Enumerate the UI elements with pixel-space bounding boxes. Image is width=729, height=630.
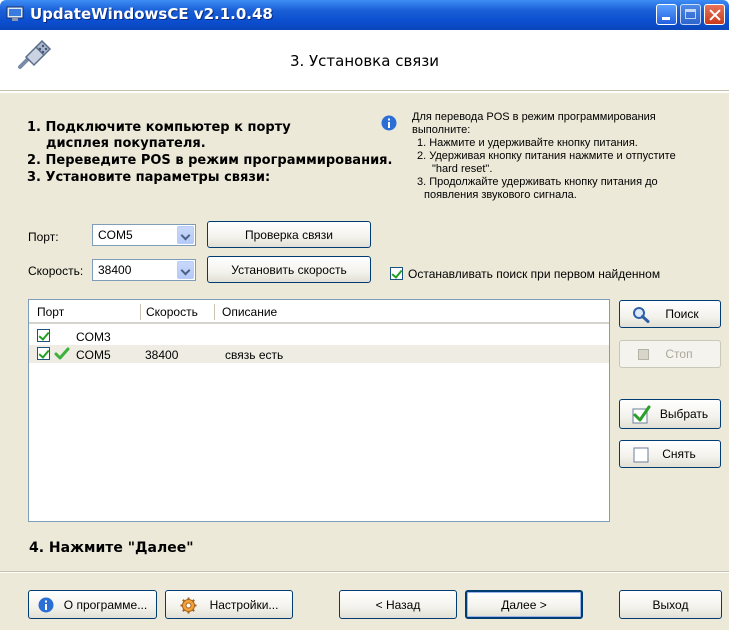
- speed-combo[interactable]: 38400: [92, 259, 196, 281]
- select-all-button[interactable]: Выбрать: [619, 399, 721, 429]
- set-speed-label: Установить скорость: [231, 262, 347, 277]
- settings-button[interactable]: Настройки...: [165, 590, 293, 619]
- about-button[interactable]: О программе...: [28, 590, 157, 619]
- maximize-button[interactable]: [680, 4, 701, 25]
- instruction-1: 1. Подключите компьютер к порту: [27, 120, 291, 135]
- settings-label: Настройки...: [209, 597, 279, 612]
- app-monitor-icon: [6, 6, 24, 21]
- speed-label: Скорость:: [28, 264, 84, 278]
- column-description[interactable]: Описание: [222, 305, 277, 319]
- row-port: COM3: [76, 330, 111, 344]
- deselect-all-button[interactable]: Снять: [619, 440, 721, 468]
- title-bar: UpdateWindowsCE v2.1.0.48: [0, 0, 729, 30]
- chevron-down-icon[interactable]: [177, 226, 194, 244]
- window-title: UpdateWindowsCE v2.1.0.48: [30, 5, 273, 23]
- instruction-3: 3. Установите параметры связи:: [27, 170, 271, 185]
- note-step-3: 3. Продолжайте удерживать кнопку питания…: [417, 176, 658, 188]
- note-step-3-cont: появления звукового сигнала.: [424, 189, 577, 201]
- note-intro-cont: выполните:: [412, 124, 471, 136]
- column-separator[interactable]: [140, 304, 141, 320]
- check-connection-label: Проверка связи: [244, 227, 334, 242]
- about-label: О программе...: [63, 597, 148, 612]
- port-combo[interactable]: COM5: [92, 224, 196, 246]
- chevron-down-icon[interactable]: [177, 261, 194, 279]
- instruction-2: 2. Переведите POS в режим программирован…: [27, 153, 393, 168]
- exit-button[interactable]: Выход: [619, 590, 722, 619]
- port-list[interactable]: Порт Скорость Описание COM3 COM5 38400 с…: [28, 299, 610, 522]
- programming-mode-note: Для перевода POS в режим программировани…: [412, 111, 722, 202]
- list-header: Порт Скорость Описание: [29, 300, 609, 324]
- note-intro: Для перевода POS в режим программировани…: [412, 111, 656, 123]
- row-checkbox[interactable]: [37, 329, 50, 342]
- exit-label: Выход: [652, 597, 689, 612]
- stop-on-first-label[interactable]: Останавливать поиск при первом найденном: [408, 267, 660, 281]
- note-step-1: 1. Нажмите и удерживайте кнопку питания.: [417, 137, 638, 149]
- back-label: < Назад: [375, 597, 421, 612]
- next-label: Далее >: [501, 597, 547, 612]
- instruction-4: 4. Нажмите "Далее": [29, 540, 194, 556]
- table-row[interactable]: COM3: [29, 327, 609, 345]
- minimize-button[interactable]: [656, 4, 677, 25]
- table-row[interactable]: COM5 38400 связь есть: [29, 345, 609, 363]
- row-port: COM5: [76, 348, 111, 362]
- column-port[interactable]: Порт: [37, 305, 64, 319]
- stop-label: Стоп: [665, 347, 693, 361]
- row-speed: 38400: [145, 348, 179, 362]
- back-button[interactable]: < Назад: [339, 590, 457, 619]
- row-description: связь есть: [225, 348, 284, 362]
- footer-divider: [0, 571, 729, 573]
- stop-on-first-checkbox[interactable]: [390, 267, 403, 280]
- wizard-body: 1. Подключите компьютер к порту дисплея …: [0, 93, 729, 630]
- search-label: Поиск: [665, 307, 699, 321]
- port-label: Порт:: [28, 230, 59, 244]
- row-checkbox[interactable]: [37, 347, 50, 360]
- stop-button[interactable]: Стоп: [619, 340, 721, 368]
- header-divider: [0, 90, 729, 92]
- info-icon: [381, 115, 397, 131]
- search-button[interactable]: Поиск: [619, 300, 721, 328]
- deselect-all-label: Снять: [662, 447, 696, 461]
- column-separator[interactable]: [214, 304, 215, 320]
- check-connection-button[interactable]: Проверка связи: [207, 221, 371, 248]
- step-title: 3. Установка связи: [289, 52, 440, 70]
- column-speed[interactable]: Скорость: [146, 305, 198, 319]
- wizard-header: 3. Установка связи: [0, 30, 729, 90]
- select-all-label: Выбрать: [659, 407, 709, 421]
- note-step-2-cont: "hard reset".: [432, 163, 493, 175]
- connection-ok-check-icon: [54, 347, 70, 360]
- set-speed-button[interactable]: Установить скорость: [207, 256, 371, 283]
- port-value: COM5: [98, 228, 133, 242]
- speed-value: 38400: [98, 263, 132, 277]
- close-button[interactable]: [704, 4, 725, 25]
- note-step-2: 2. Удерживая кнопку питания нажмите и от…: [417, 150, 676, 162]
- instruction-1-cont: дисплея покупателя.: [46, 136, 206, 151]
- next-button[interactable]: Далее >: [465, 590, 583, 619]
